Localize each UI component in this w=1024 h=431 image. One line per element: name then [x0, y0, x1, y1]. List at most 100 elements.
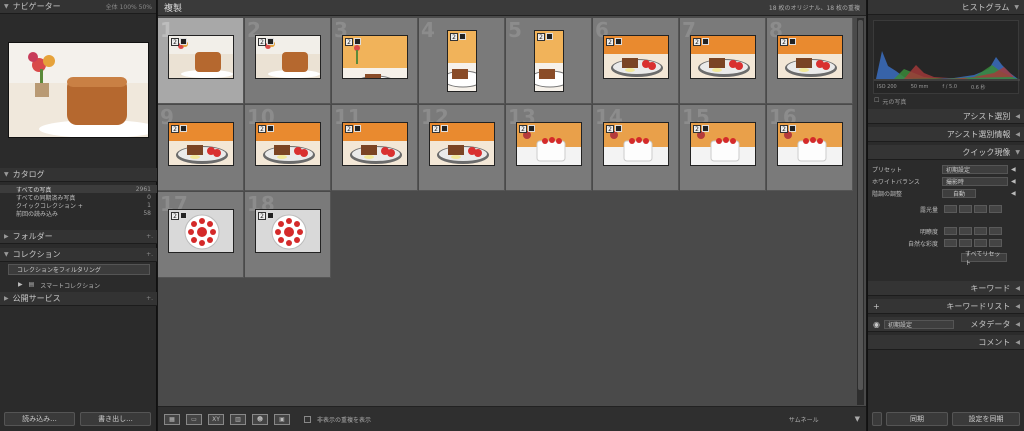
preset-arrow-icon[interactable]: ◀ — [1011, 166, 1016, 173]
thumbnail-cell[interactable]: 10 2 — [245, 105, 331, 191]
smart-collection-item[interactable]: ▶ ▤ スマートコレクション — [18, 281, 100, 290]
thumbnail-cell[interactable]: 82 — [767, 18, 853, 104]
thumbnail-image[interactable]: 2 — [168, 35, 234, 79]
thumbnail-image[interactable]: 2 — [255, 122, 321, 166]
stack-count-badge[interactable]: 2 — [258, 125, 266, 133]
stack-count-badge[interactable]: 2 — [693, 38, 701, 46]
thumbnail-cell[interactable]: 15 2 — [680, 105, 766, 191]
original-photo-toggle[interactable]: ☐ 元の写真 — [874, 97, 906, 106]
thumbnail-image[interactable]: 2 — [168, 122, 234, 166]
exposure-inc[interactable] — [974, 205, 987, 213]
collapse-triangle-icon[interactable]: ▼ — [1014, 4, 1019, 11]
add-publish-icon[interactable]: +. — [146, 295, 153, 302]
stack-count-badge[interactable]: 2 — [693, 125, 701, 133]
checkbox-icon[interactable]: ☐ — [874, 97, 879, 106]
keyword-list-header[interactable]: + キーワードリスト ◀ — [868, 299, 1024, 314]
stack-count-badge[interactable]: 2 — [345, 125, 353, 133]
thumbnail-image[interactable]: 2 — [603, 122, 669, 166]
collapse-triangle-icon[interactable]: ▼ — [4, 171, 9, 178]
grid-view-icon[interactable]: ▦ — [164, 413, 180, 425]
thumbnail-image[interactable]: 2 — [429, 122, 495, 166]
white-balance-select[interactable]: 撮影時 — [942, 176, 1008, 186]
thumbnail-cell[interactable]: 52 — [506, 18, 592, 104]
show-hidden-checkbox[interactable] — [304, 415, 311, 423]
screen-view-icon[interactable]: ▣ — [274, 413, 290, 425]
exposure-dec[interactable] — [959, 205, 972, 213]
white-balance-arrow-icon[interactable]: ◀ — [1011, 178, 1016, 185]
clarity-inc-large[interactable] — [989, 227, 1002, 235]
auto-tone-button[interactable]: 自動 — [942, 188, 976, 198]
loupe-view-icon[interactable]: ▭ — [186, 413, 202, 425]
survey-view-icon[interactable]: ▥ — [230, 413, 246, 425]
thumbnail-image[interactable]: 2 — [168, 209, 234, 253]
stack-count-badge[interactable]: 2 — [780, 125, 788, 133]
thumbnail-cell[interactable]: 22 — [245, 18, 331, 104]
expand-triangle-icon[interactable]: ◀ — [1015, 285, 1020, 292]
stack-count-badge[interactable]: 2 — [432, 125, 440, 133]
thumbnail-image[interactable]: 2 — [342, 122, 408, 166]
vibrance-inc[interactable] — [974, 239, 987, 247]
tone-arrow-icon[interactable]: ◀ — [1011, 190, 1016, 197]
stack-count-badge[interactable]: 2 — [171, 38, 179, 46]
thumbnail-image[interactable]: 2 — [516, 122, 582, 166]
stack-count-badge[interactable]: 2 — [171, 212, 179, 220]
vibrance-dec-large[interactable] — [944, 239, 957, 247]
keyword-header[interactable]: キーワード ◀ — [868, 281, 1024, 296]
navigator-header[interactable]: ▼ ナビゲーター 全体 100% 50% — [0, 0, 156, 14]
collections-header[interactable]: ▼ コレクション +. — [0, 248, 157, 262]
thumbnail-image[interactable]: 2 — [777, 35, 843, 79]
sync-settings-button[interactable]: 設定を同期 — [952, 412, 1020, 426]
grid-scrollbar[interactable] — [857, 18, 864, 405]
comment-header[interactable]: コメント ◀ — [868, 335, 1024, 350]
clarity-dec-large[interactable] — [944, 227, 957, 235]
navigator-preview[interactable] — [8, 42, 149, 138]
stack-count-badge[interactable]: 2 — [345, 38, 353, 46]
thumbnail-image[interactable]: 2 — [342, 35, 408, 79]
thumbnail-cell[interactable]: 72 — [680, 18, 766, 104]
people-view-icon[interactable]: ☻ — [252, 413, 268, 425]
catalog-header[interactable]: ▼ カタログ — [0, 168, 157, 182]
stack-count-badge[interactable]: 2 — [780, 38, 788, 46]
clarity-inc[interactable] — [974, 227, 987, 235]
stack-count-badge[interactable]: 2 — [171, 125, 179, 133]
collection-filter-input[interactable]: コレクションをフィルタリング — [8, 264, 150, 275]
folders-header[interactable]: ▶ フォルダー +. — [0, 230, 157, 244]
catalog-item-previous-import[interactable]: 前回の読み込み 58 — [0, 209, 157, 218]
clarity-dec[interactable] — [959, 227, 972, 235]
export-button[interactable]: 書き出し... — [80, 412, 151, 426]
expand-triangle-icon[interactable]: ◀ — [1015, 321, 1020, 328]
quick-develop-header[interactable]: クイック現像 ▼ — [868, 145, 1024, 160]
thumbnail-cell[interactable]: 12 — [158, 18, 244, 104]
zoom-fit[interactable]: 全体 — [106, 4, 118, 11]
add-folder-icon[interactable]: +. — [146, 233, 153, 240]
assist-select-info-header[interactable]: アシスト選別情報 ◀ — [868, 127, 1024, 142]
stack-count-badge[interactable]: 2 — [606, 38, 614, 46]
sync-button[interactable]: 同期 — [886, 412, 948, 426]
stack-count-badge[interactable]: 2 — [450, 33, 458, 41]
expand-triangle-icon[interactable]: ◀ — [1015, 113, 1020, 120]
zoom-50[interactable]: 50% — [139, 4, 152, 11]
thumbnail-cell[interactable]: 92 — [158, 105, 244, 191]
import-button[interactable]: 読み込み... — [4, 412, 75, 426]
stack-count-badge[interactable]: 2 — [606, 125, 614, 133]
assist-select-header[interactable]: アシスト選別 ◀ — [868, 109, 1024, 124]
expand-triangle-icon[interactable]: ◀ — [1015, 131, 1020, 138]
thumbnail-cell[interactable]: 62 — [593, 18, 679, 104]
thumbnail-cell[interactable]: 17 2 — [158, 192, 244, 278]
stack-count-badge[interactable]: 2 — [258, 38, 266, 46]
exposure-dec-large[interactable] — [944, 205, 957, 213]
publish-services-header[interactable]: ▶ 公開サービス +. — [0, 292, 157, 306]
scrollbar-thumb[interactable] — [858, 20, 863, 390]
metadata-eye-icon[interactable]: ◉ — [873, 320, 880, 329]
thumbnail-cell[interactable]: 42 — [419, 18, 505, 104]
thumbnail-image[interactable]: 2 — [690, 122, 756, 166]
collapse-triangle-icon[interactable]: ▼ — [1015, 149, 1020, 156]
thumbnail-cell[interactable]: 32 — [332, 18, 418, 104]
thumbnail-image[interactable]: 2 — [534, 30, 564, 92]
thumbnail-image[interactable]: 2 — [447, 30, 477, 92]
sync-switch[interactable] — [872, 412, 882, 426]
reset-all-button[interactable]: すべてリセット — [961, 251, 1007, 267]
thumbnail-cell[interactable]: 13 2 — [506, 105, 592, 191]
expand-triangle-icon[interactable]: ▶ — [18, 281, 23, 290]
metadata-preset-select[interactable]: 初期設定 — [883, 319, 954, 329]
